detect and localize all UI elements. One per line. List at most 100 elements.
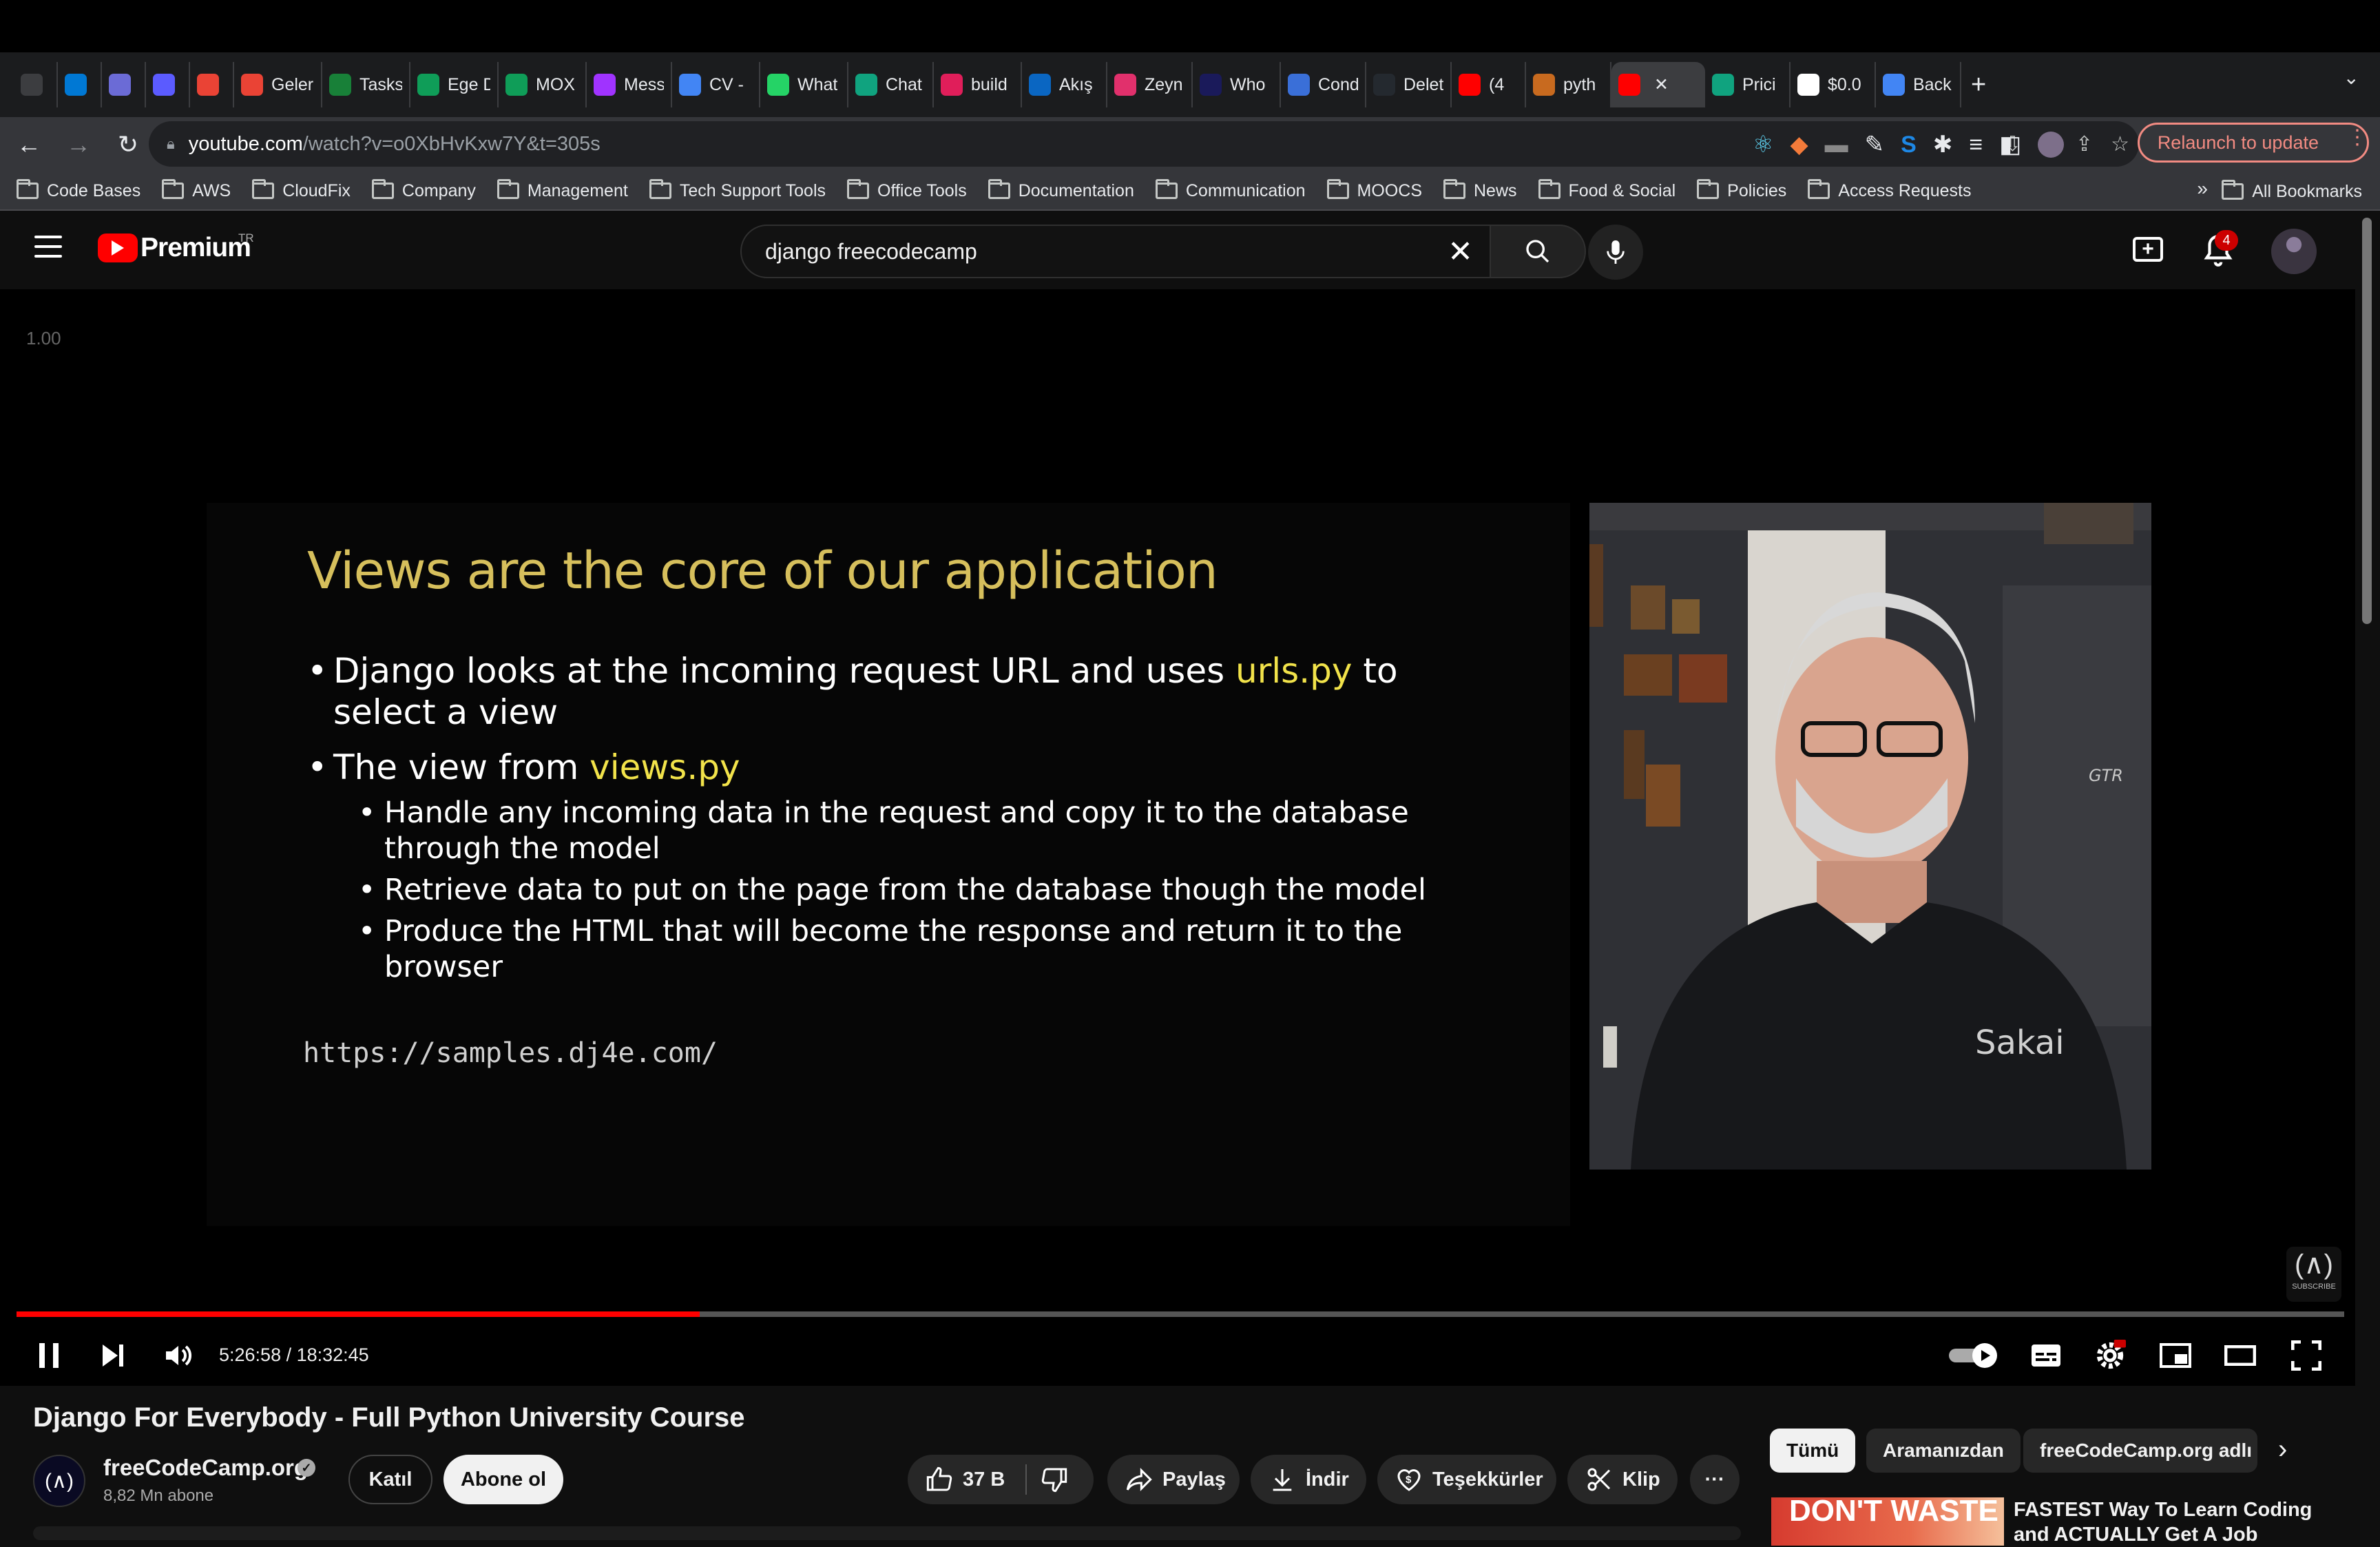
browser-tab[interactable]: [146, 62, 190, 107]
browser-tab[interactable]: Zeyn: [1107, 62, 1193, 107]
browser-tab[interactable]: [102, 62, 146, 107]
browser-tab[interactable]: Chat: [848, 62, 934, 107]
browser-tab[interactable]: Delet: [1366, 62, 1452, 107]
menu-kebab-icon[interactable]: ⋮: [2347, 125, 2368, 149]
theater-mode-button[interactable]: [2222, 1336, 2259, 1375]
create-video-icon[interactable]: +: [2133, 237, 2163, 262]
tab-label: Delet: [1403, 74, 1443, 94]
recommended-title[interactable]: FASTEST Way To Learn Coding and ACTUALLY…: [2014, 1497, 2317, 1547]
browser-tab[interactable]: What: [760, 62, 848, 107]
bookmark-folder[interactable]: Food & Social: [1538, 179, 1676, 201]
browser-tab[interactable]: Who: [1193, 62, 1281, 107]
bookmark-folder[interactable]: Communication: [1155, 179, 1306, 201]
bookmark-folder[interactable]: MOOCS: [1326, 179, 1422, 201]
relaunch-button[interactable]: Relaunch to update: [2137, 123, 2369, 163]
bookmarks-overflow-button[interactable]: »: [2197, 178, 2208, 200]
page-scrollbar[interactable]: [2359, 218, 2374, 1382]
browser-tab[interactable]: ✕: [1611, 62, 1705, 107]
browser-tab[interactable]: Akış: [1022, 62, 1107, 107]
fullscreen-button[interactable]: [2288, 1336, 2325, 1375]
youtube-premium-logo[interactable]: Premium: [98, 233, 251, 263]
browser-tab[interactable]: Tasks: [322, 62, 410, 107]
autoplay-toggle[interactable]: [1946, 1336, 2001, 1375]
bookmark-folder[interactable]: News: [1443, 179, 1517, 201]
progress-bar[interactable]: [17, 1311, 2344, 1317]
thumbs-up-icon[interactable]: [926, 1466, 953, 1493]
browser-tab[interactable]: (4: [1452, 62, 1526, 107]
like-count[interactable]: 37 B: [963, 1468, 1005, 1491]
clear-search-icon[interactable]: ✕: [1448, 236, 1473, 269]
miniplayer-button[interactable]: [2157, 1336, 2194, 1375]
bookmark-folder[interactable]: Company: [371, 179, 476, 201]
bookmark-folder[interactable]: CloudFix: [252, 179, 351, 201]
browser-tab[interactable]: [58, 62, 102, 107]
voice-search-button[interactable]: [1588, 225, 1643, 280]
hamburger-menu-icon[interactable]: [34, 236, 62, 259]
browser-tab[interactable]: MOX: [499, 62, 587, 107]
bookmark-folder[interactable]: Documentation: [988, 179, 1134, 201]
scrollbar-thumb[interactable]: [2362, 218, 2372, 624]
profile-avatar-icon[interactable]: [2038, 132, 2065, 158]
filter-chip-all[interactable]: Tümü: [1770, 1429, 1856, 1473]
reload-icon[interactable]: ↻: [107, 124, 149, 165]
close-tab-icon[interactable]: ✕: [1654, 74, 1669, 95]
tab-search-chevron-icon[interactable]: ⌄: [2344, 66, 2359, 89]
browser-tab[interactable]: build: [934, 62, 1022, 107]
account-avatar[interactable]: [2271, 229, 2317, 274]
browser-tab[interactable]: Geler: [234, 62, 322, 107]
bookmark-folder[interactable]: Policies: [1697, 179, 1786, 201]
bookmark-folder[interactable]: Office Tools: [847, 179, 967, 201]
search-button[interactable]: [1490, 225, 1586, 278]
bookmark-folder[interactable]: Access Requests: [1808, 179, 1971, 201]
filter-chip-from-search[interactable]: Aramanızdan: [1866, 1429, 2021, 1473]
subscribe-button[interactable]: Abone ol: [443, 1455, 563, 1504]
more-actions-button[interactable]: ···: [1690, 1455, 1740, 1504]
react-devtools-icon[interactable]: ⚛: [1753, 131, 1773, 158]
browser-tab[interactable]: [190, 62, 234, 107]
subscribe-watermark[interactable]: (∧) SUBSCRIBE: [2286, 1247, 2341, 1302]
bookmark-folder[interactable]: AWS: [162, 179, 231, 201]
subtitles-button[interactable]: [2027, 1336, 2065, 1375]
puzzle-extensions-icon[interactable]: ✱: [1933, 131, 1953, 158]
share-button[interactable]: Paylaş: [1107, 1455, 1240, 1504]
browser-tab[interactable]: CV -: [672, 62, 760, 107]
chevron-right-icon[interactable]: ›: [2278, 1434, 2287, 1465]
filter-chip-channel[interactable]: freeCodeCamp.org adlı y: [2023, 1429, 2257, 1473]
browser-tab[interactable]: pyth: [1526, 62, 1611, 107]
bookmark-folder[interactable]: Management: [497, 179, 628, 201]
thumbs-down-icon[interactable]: [1041, 1466, 1068, 1493]
browser-tab[interactable]: Cond: [1281, 62, 1366, 107]
extension-s-icon[interactable]: S: [1901, 132, 1917, 158]
bookmark-folder[interactable]: Tech Support Tools: [649, 179, 826, 201]
volume-button[interactable]: [160, 1336, 197, 1375]
forward-arrow-icon[interactable]: →: [58, 124, 99, 165]
bookmark-star-icon[interactable]: ☆: [2111, 132, 2129, 156]
search-input[interactable]: django freecodecamp ✕: [740, 225, 1491, 278]
download-button[interactable]: İndir: [1251, 1455, 1366, 1504]
extension-icon[interactable]: ◆: [1790, 131, 1808, 158]
new-tab-icon[interactable]: +: [1971, 70, 1986, 100]
all-bookmarks-button[interactable]: All Bookmarks: [2222, 172, 2362, 211]
settings-button[interactable]: [2091, 1336, 2129, 1375]
share-page-icon[interactable]: ⇪: [2076, 132, 2093, 156]
browser-tab[interactable]: $0.0: [1791, 62, 1876, 107]
channel-name[interactable]: freeCodeCamp.org: [103, 1455, 308, 1481]
color-picker-icon[interactable]: ✎: [1865, 131, 1885, 158]
channel-avatar[interactable]: (∧): [33, 1455, 85, 1507]
join-button[interactable]: Katıl: [348, 1455, 432, 1504]
browser-tab[interactable]: Back: [1876, 62, 1961, 107]
browser-tab[interactable]: Prici: [1705, 62, 1791, 107]
thanks-button[interactable]: $ Teşekkürler: [1377, 1455, 1556, 1504]
extension-icon[interactable]: ▬: [1825, 132, 1848, 158]
video-player[interactable]: 1.00 Views are the core of our applicati…: [0, 289, 2355, 1386]
browser-tab[interactable]: Mess: [587, 62, 672, 107]
bookmark-folder[interactable]: Code Bases: [17, 179, 140, 201]
pause-button[interactable]: [32, 1336, 66, 1375]
next-button[interactable]: [95, 1336, 129, 1375]
media-queue-icon[interactable]: ≡: [1969, 132, 1983, 158]
back-arrow-icon[interactable]: ←: [8, 124, 50, 165]
clip-button[interactable]: Klip: [1567, 1455, 1678, 1504]
browser-tab[interactable]: Ege D: [410, 62, 499, 107]
browser-tab[interactable]: [14, 62, 58, 107]
side-panel-icon[interactable]: ◧: [1999, 131, 2021, 158]
